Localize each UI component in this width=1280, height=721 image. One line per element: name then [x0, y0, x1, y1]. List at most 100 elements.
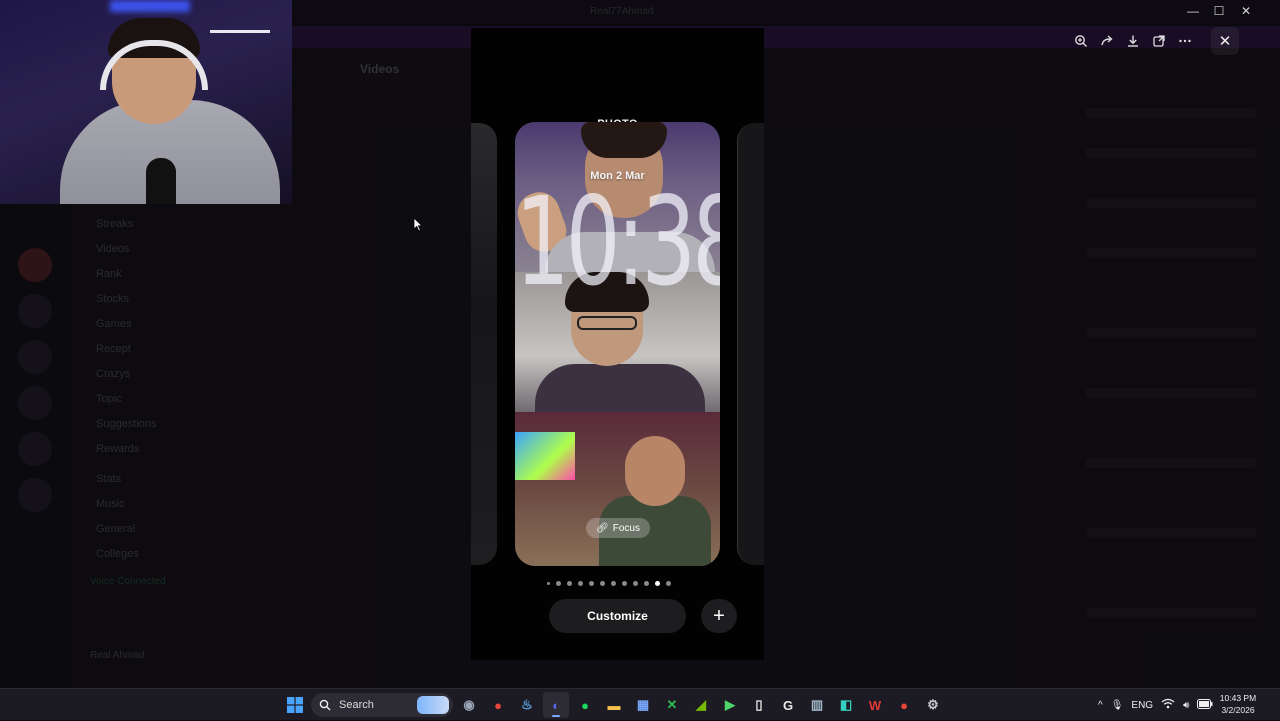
channel-item: Stocks	[96, 293, 130, 305]
taskbar-clock[interactable]: 10:43 PM 3/2/2026	[1208, 692, 1268, 716]
wifi-icon[interactable]	[1161, 698, 1175, 712]
previous-wallpaper-card[interactable]	[471, 123, 497, 565]
channel-item: Rank	[96, 268, 122, 280]
background-window-title: Real77Ahmad	[590, 6, 654, 17]
share-icon[interactable]	[1094, 28, 1120, 54]
channel-item: Suggestions	[96, 418, 157, 430]
voice-status: Voice Connected	[90, 576, 166, 587]
chrome-2-icon: ●	[900, 697, 908, 713]
xbox-app-icon[interactable]: ✕	[659, 692, 685, 718]
g-hub-app-icon[interactable]: G	[775, 692, 801, 718]
search-label: Search	[339, 699, 374, 711]
download-icon[interactable]	[1120, 28, 1146, 54]
clock-time: 10:43 PM	[1219, 693, 1257, 703]
taskbar-search[interactable]: Search	[311, 693, 453, 717]
focus-button[interactable]: 🔗︎ Focus	[586, 518, 650, 538]
member-list	[1068, 48, 1280, 688]
discord-app-icon[interactable]: ◐	[543, 692, 569, 718]
wps-app-icon[interactable]: W	[862, 692, 888, 718]
recycle-app-icon[interactable]: ▥	[804, 692, 830, 718]
channel-item: Videos	[96, 243, 130, 255]
photo-hair	[581, 122, 667, 158]
channel-item: Colleges	[96, 548, 139, 560]
page-dot[interactable]	[644, 580, 649, 586]
microphone-icon[interactable]: 🎙︎	[1111, 700, 1124, 711]
start-windows-icon[interactable]	[282, 692, 308, 718]
username: Real Ahmad	[90, 650, 145, 661]
zoom-in-icon[interactable]	[1068, 28, 1094, 54]
capcut-app-icon[interactable]: ◧	[833, 692, 859, 718]
photo-glasses	[577, 316, 637, 330]
g-hub-icon: G	[782, 697, 794, 713]
member-row	[1086, 148, 1256, 158]
photo-panel-bottom	[515, 412, 720, 566]
member-row	[1086, 528, 1256, 538]
xbox-icon: ✕	[666, 697, 678, 712]
chrome-app-icon[interactable]: ●	[485, 692, 511, 718]
play-app-icon[interactable]: ▶	[717, 692, 743, 718]
page-dot[interactable]	[633, 580, 638, 586]
server-icon	[18, 478, 52, 512]
page-dot[interactable]	[655, 580, 660, 586]
language-indicator[interactable]: ENG	[1131, 700, 1153, 711]
page-dot[interactable]	[666, 580, 671, 586]
wps-icon: W	[868, 697, 882, 713]
customize-button[interactable]: Customize	[549, 599, 686, 633]
channel-item: Games	[96, 318, 132, 330]
camera-app-icon[interactable]: ◉	[456, 692, 482, 718]
volume-icon[interactable]: 🔊︎	[1183, 700, 1189, 711]
viewer-close-button[interactable]: ✕	[1211, 27, 1239, 55]
photo-game-screen	[515, 432, 575, 480]
page-indicator	[547, 579, 671, 587]
system-tray: ^ 🎙︎ ENG 🔊︎	[1098, 689, 1213, 721]
add-wallpaper-button[interactable]: +	[701, 599, 737, 633]
page-dot[interactable]	[556, 580, 561, 586]
clock-date: 3/2/2026	[1221, 705, 1255, 715]
channel-title: Videos	[360, 62, 400, 76]
store-app-icon[interactable]: ▦	[630, 692, 656, 718]
webcam-overlay	[0, 0, 292, 204]
document-icon: ▯	[755, 697, 763, 712]
page-dot[interactable]	[611, 580, 616, 586]
page-dot[interactable]	[622, 580, 627, 586]
document-app-icon[interactable]: ▯	[746, 692, 772, 718]
lockscreen-preview[interactable]: Mon 2 Mar 10:38 🔗︎ Focus	[515, 122, 720, 566]
nvidia-icon: ◢	[696, 697, 706, 712]
discord-icon: ◐	[552, 697, 560, 713]
maximize-button[interactable]: ☐	[1207, 4, 1231, 18]
server-icon	[18, 294, 52, 328]
member-row	[1086, 458, 1256, 468]
steam-app-icon[interactable]: ♨	[514, 692, 540, 718]
open-external-icon[interactable]	[1146, 28, 1172, 54]
minimize-button[interactable]: —	[1181, 4, 1205, 18]
settings-app-icon[interactable]: ⚙	[920, 692, 946, 718]
member-row	[1086, 608, 1256, 618]
member-row	[1086, 108, 1256, 118]
page-dot[interactable]	[547, 581, 550, 585]
page-dot[interactable]	[578, 580, 583, 586]
window-close-button[interactable]: ✕	[1234, 4, 1258, 18]
member-row	[1086, 388, 1256, 398]
page-dot[interactable]	[600, 580, 605, 586]
next-wallpaper-card[interactable]	[737, 123, 764, 565]
channel-item: Music	[96, 498, 125, 510]
chrome-2-app-icon[interactable]: ●	[891, 692, 917, 718]
taskbar-apps: Search ◉ ● ♨ ◐ ● ▬ ▦ ✕ ◢ ▶ ▯ G ▥ ◧ W ● ⚙	[282, 689, 946, 721]
link-icon: 🔗︎	[596, 522, 609, 534]
lockscreen-time: 10:38	[515, 172, 720, 315]
files-app-icon[interactable]: ▬	[601, 692, 627, 718]
tray-chevron-icon[interactable]: ^	[1098, 700, 1103, 711]
nvidia-app-icon[interactable]: ◢	[688, 692, 714, 718]
more-icon[interactable]	[1172, 28, 1198, 54]
focus-label: Focus	[612, 522, 640, 534]
spotify-icon: ●	[581, 697, 589, 713]
member-row	[1086, 328, 1256, 338]
spotify-app-icon[interactable]: ●	[572, 692, 598, 718]
page-dot[interactable]	[589, 580, 594, 586]
server-icon	[18, 248, 52, 282]
member-row	[1086, 198, 1256, 208]
member-row	[1086, 248, 1256, 258]
microphone	[146, 158, 176, 204]
page-dot[interactable]	[567, 580, 572, 586]
server-icon	[18, 432, 52, 466]
